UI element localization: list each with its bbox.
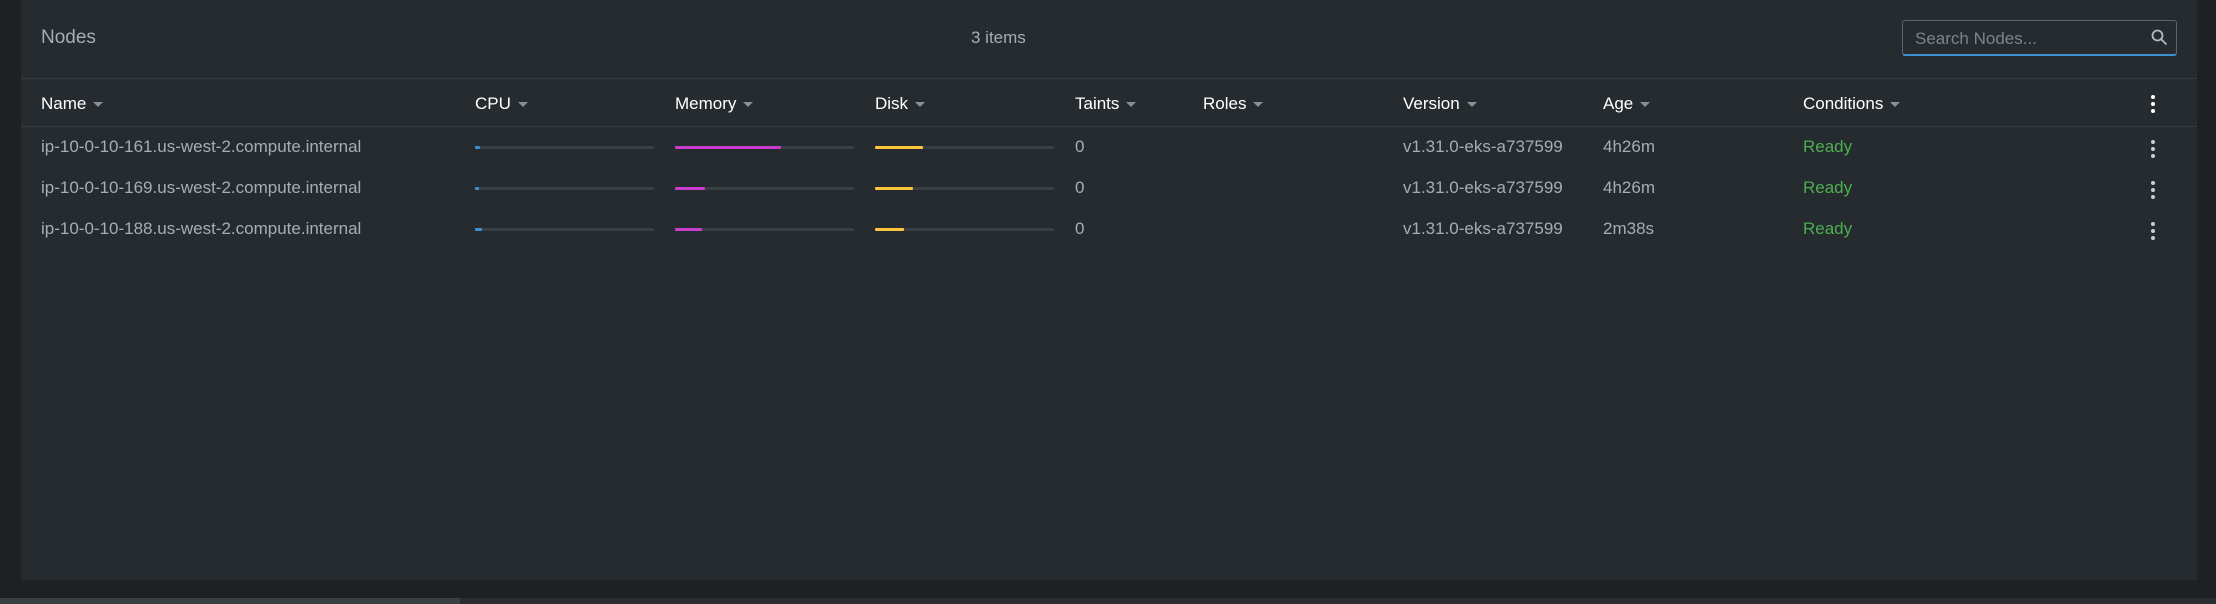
taints-count: 0 <box>1075 137 1085 156</box>
node-age: 4h26m <box>1603 137 1655 156</box>
column-header-conditions[interactable]: Conditions <box>1803 94 1901 114</box>
column-header-taints[interactable]: Taints <box>1075 94 1137 114</box>
taints-count: 0 <box>1075 178 1085 197</box>
caret-down-icon <box>915 101 926 107</box>
column-menu-icon[interactable] <box>2150 95 2156 113</box>
column-label: Conditions <box>1803 94 1884 113</box>
cpu-usage-fill <box>475 228 483 231</box>
column-label: Memory <box>675 94 737 113</box>
scrollbar-thumb[interactable] <box>0 598 460 604</box>
disk-usage-bar <box>875 187 1054 190</box>
node-age: 4h26m <box>1603 178 1655 197</box>
row-menu-icon[interactable] <box>2150 222 2156 240</box>
node-condition: Ready <box>1803 137 1853 156</box>
caret-down-icon <box>517 101 528 107</box>
cpu-usage-bar <box>475 228 654 231</box>
node-condition: Ready <box>1803 178 1853 197</box>
column-header-name[interactable]: Name <box>41 94 104 114</box>
disk-usage-fill <box>875 187 913 190</box>
table-header: Name CPU Memory Disk Taints Roles Versio… <box>21 79 2197 127</box>
caret-down-icon <box>1253 101 1264 107</box>
cpu-usage-bar <box>475 146 654 149</box>
panel-header: Nodes 3 items <box>21 0 2197 79</box>
left-gutter <box>0 0 21 604</box>
node-condition: Ready <box>1803 219 1853 238</box>
column-header-roles[interactable]: Roles <box>1203 94 1264 114</box>
column-header-version[interactable]: Version <box>1403 94 1477 114</box>
item-count: 3 items <box>971 28 1026 47</box>
memory-usage-fill <box>675 228 702 231</box>
column-label: Age <box>1603 94 1634 113</box>
node-age: 2m38s <box>1603 219 1655 238</box>
disk-usage-fill <box>875 228 904 231</box>
cpu-usage-fill <box>475 146 481 149</box>
node-name[interactable]: ip-10-0-10-161.us-west-2.compute.interna… <box>41 137 361 157</box>
table-row[interactable]: ip-10-0-10-188.us-west-2.compute.interna… <box>21 208 2197 249</box>
memory-usage-fill <box>675 146 781 149</box>
memory-usage-fill <box>675 187 706 190</box>
node-version: v1.31.0-eks-a737599 <box>1403 219 1563 238</box>
nodes-panel: Nodes 3 items Name CPU Memory Disk <box>21 0 2197 580</box>
right-gutter <box>2197 0 2216 604</box>
memory-usage-bar <box>675 228 854 231</box>
table-row[interactable]: ip-10-0-10-161.us-west-2.compute.interna… <box>21 126 2197 167</box>
column-label: Version <box>1403 94 1460 113</box>
row-menu-icon[interactable] <box>2150 181 2156 199</box>
column-label: Disk <box>875 94 909 113</box>
column-header-cpu[interactable]: CPU <box>475 94 528 114</box>
caret-down-icon <box>1126 101 1137 107</box>
row-menu-icon[interactable] <box>2150 140 2156 158</box>
memory-usage-bar <box>675 187 854 190</box>
column-label: CPU <box>475 94 511 113</box>
disk-usage-bar <box>875 146 1054 149</box>
taints-count: 0 <box>1075 219 1085 238</box>
column-label: Name <box>41 94 87 113</box>
caret-down-icon <box>1640 101 1651 107</box>
app-frame: Nodes 3 items Name CPU Memory Disk <box>0 0 2216 604</box>
caret-down-icon <box>1890 101 1901 107</box>
node-version: v1.31.0-eks-a737599 <box>1403 137 1563 156</box>
table-row[interactable]: ip-10-0-10-169.us-west-2.compute.interna… <box>21 167 2197 208</box>
caret-down-icon <box>93 101 104 107</box>
disk-usage-fill <box>875 146 924 149</box>
column-label: Taints <box>1075 94 1120 113</box>
page-title: Nodes <box>41 27 96 48</box>
column-label: Roles <box>1203 94 1247 113</box>
node-version: v1.31.0-eks-a737599 <box>1403 178 1563 197</box>
column-header-memory[interactable]: Memory <box>675 94 754 114</box>
horizontal-scrollbar[interactable] <box>0 598 2216 604</box>
disk-usage-bar <box>875 228 1054 231</box>
cpu-usage-fill <box>475 187 479 190</box>
node-name[interactable]: ip-10-0-10-188.us-west-2.compute.interna… <box>41 219 361 239</box>
column-header-age[interactable]: Age <box>1603 94 1651 114</box>
cpu-usage-bar <box>475 187 654 190</box>
search-icon[interactable] <box>2150 28 2168 46</box>
column-header-disk[interactable]: Disk <box>875 94 926 114</box>
node-name[interactable]: ip-10-0-10-169.us-west-2.compute.interna… <box>41 178 361 198</box>
caret-down-icon <box>1466 101 1477 107</box>
search-box[interactable] <box>1902 20 2177 56</box>
search-input[interactable] <box>1913 21 2147 56</box>
caret-down-icon <box>743 101 754 107</box>
memory-usage-bar <box>675 146 854 149</box>
